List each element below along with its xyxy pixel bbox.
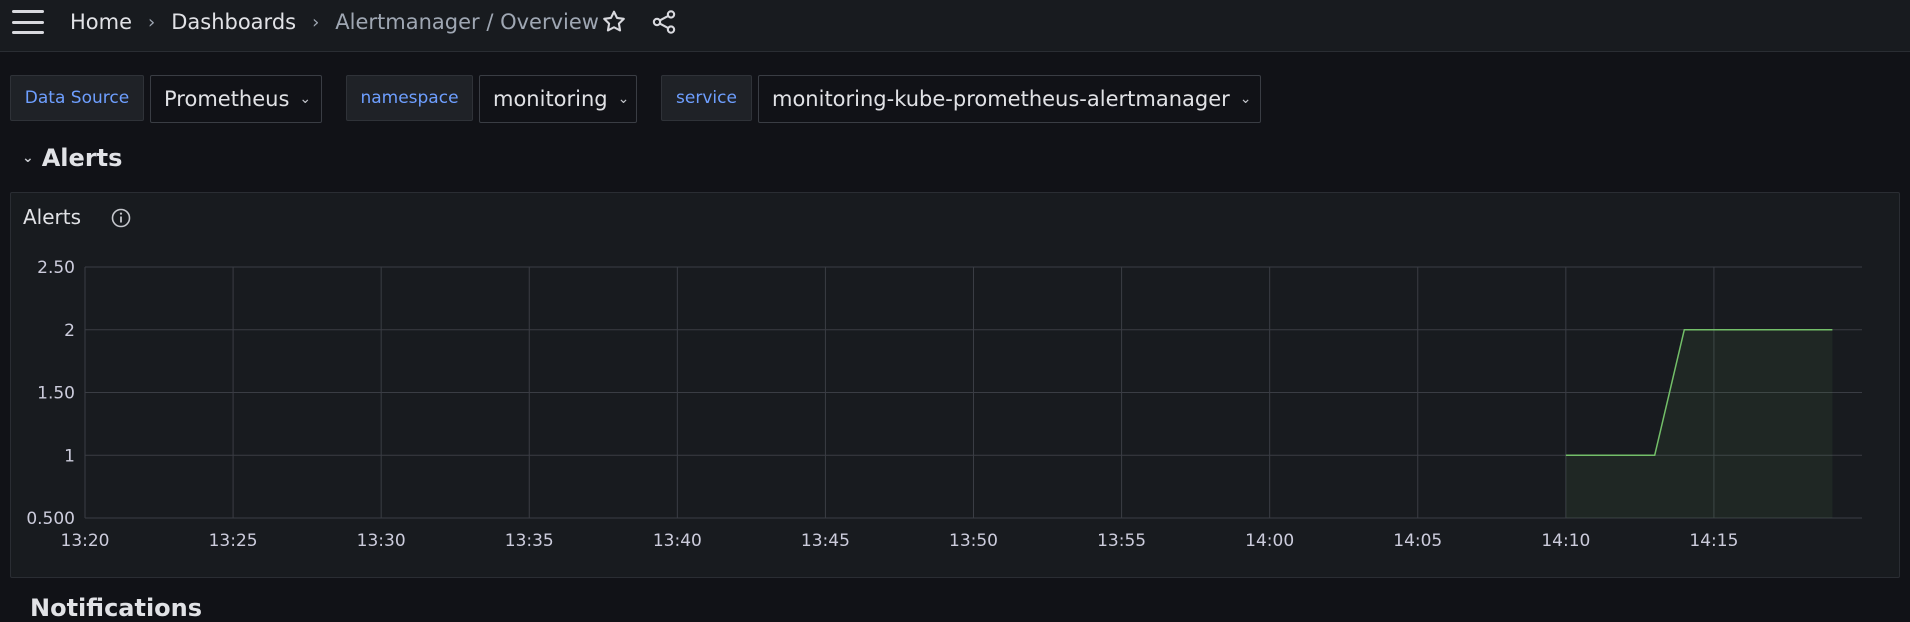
namespace-value: monitoring [493,87,608,111]
row-header-notifications[interactable]: Notifications [30,594,202,622]
y-tick-label: 2.50 [37,258,75,278]
alerts-time-series-chart: 0.500 1 1.50 2 2.50 13:20 13:25 13:30 13:35 13:40… [11,193,1899,577]
namespace-select[interactable]: monitoring ⌄ [479,75,637,123]
breadcrumb-separator: › [148,12,155,33]
y-tick-label: 0.500 [26,509,75,529]
row-header-alerts[interactable]: ⌄ Alerts [22,142,122,174]
variable-label-service: service [661,75,752,121]
x-tick-label: 13:20 [61,531,110,551]
y-tick-label: 2 [64,321,75,341]
service-select[interactable]: monitoring-kube-prometheus-alertmanager … [758,75,1261,123]
service-value: monitoring-kube-prometheus-alertmanager [772,87,1230,111]
data-source-value: Prometheus [164,87,289,111]
star-icon[interactable] [600,8,628,36]
alerts-panel: Alerts 0.50011.5022.5013:2013:2513:3013:… [10,192,1900,578]
menu-icon[interactable] [12,10,44,34]
chevron-down-icon: ⌄ [22,150,34,166]
x-tick-label: 14:10 [1541,531,1590,551]
x-tick-label: 13:55 [1097,531,1146,551]
breadcrumb-dashboards[interactable]: Dashboards [171,10,296,34]
x-tick-label: 14:15 [1689,531,1738,551]
breadcrumb: Home › Dashboards › Alertmanager / Overv… [70,7,599,37]
row-title: Alerts [42,144,123,172]
x-tick-label: 14:05 [1393,531,1442,551]
x-tick-label: 13:50 [949,531,998,551]
data-source-select[interactable]: Prometheus ⌄ [150,75,322,123]
series-area-fill [1566,330,1833,518]
variable-label-namespace: namespace [346,75,473,121]
chevron-down-icon: ⌄ [1240,91,1252,107]
y-tick-label: 1 [64,446,75,466]
top-navigation-bar: Home › Dashboards › Alertmanager / Overv… [0,0,1910,52]
breadcrumb-current-dashboard: Alertmanager / Overview [335,10,599,34]
x-tick-label: 13:40 [653,531,702,551]
share-icon[interactable] [650,8,678,36]
x-tick-label: 13:35 [505,531,554,551]
variable-label-data-source: Data Source [10,75,144,121]
breadcrumb-separator: › [312,12,319,33]
breadcrumb-home[interactable]: Home [70,10,132,34]
x-tick-label: 13:45 [801,531,850,551]
y-tick-label: 1.50 [37,384,75,404]
x-tick-label: 13:30 [357,531,406,551]
x-tick-label: 13:25 [209,531,258,551]
chevron-down-icon: ⌄ [299,91,311,107]
x-tick-label: 14:00 [1245,531,1294,551]
chevron-down-icon: ⌄ [618,91,630,107]
